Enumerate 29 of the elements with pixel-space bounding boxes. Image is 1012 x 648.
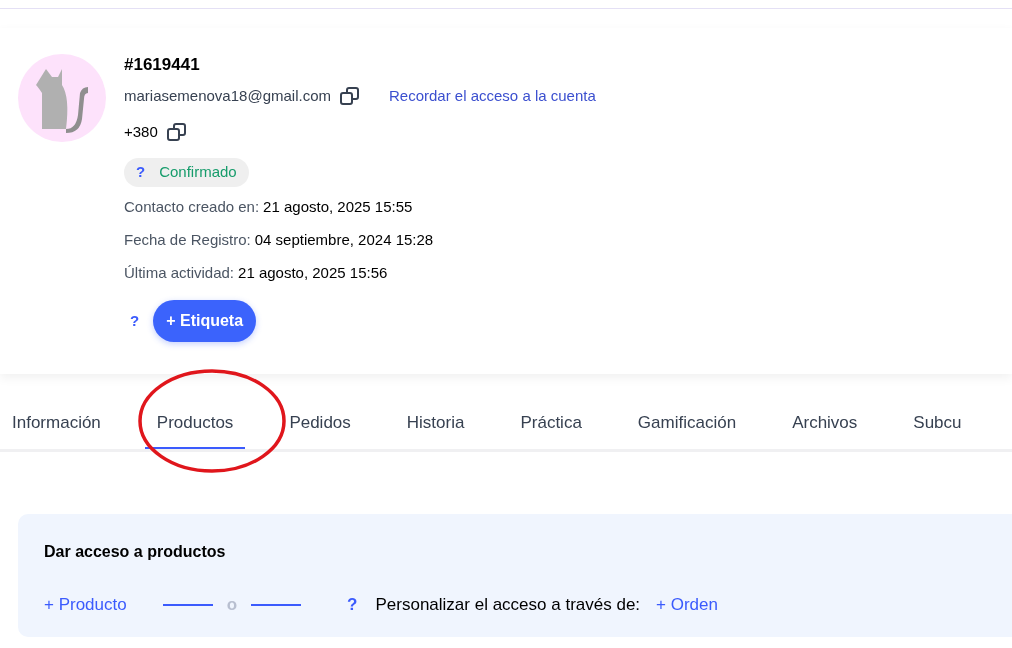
copy-icon[interactable] bbox=[339, 85, 361, 107]
detail-label: Fecha de Registro: bbox=[124, 230, 251, 251]
email-text: mariasemenova18@gmail.com bbox=[124, 85, 331, 106]
panel-title: Dar acceso a productos bbox=[44, 542, 227, 562]
detail-value: 04 septiembre, 2024 15:28 bbox=[254, 230, 434, 251]
remind-access-link[interactable]: Recordar el acceso a la cuenta bbox=[389, 84, 596, 108]
detail-label: Contacto creado en: bbox=[124, 197, 260, 218]
contact-id: #1619441 bbox=[124, 54, 201, 76]
detail-label: Última actividad: bbox=[124, 263, 235, 284]
help-icon[interactable]: ? bbox=[347, 592, 358, 618]
tab[interactable]: Historia bbox=[394, 376, 477, 449]
phone-text: +380 bbox=[124, 121, 158, 142]
detail-value: 21 agosto, 2025 15:56 bbox=[238, 263, 388, 284]
status-label: Confirmado bbox=[159, 162, 237, 183]
tab[interactable]: Subcu bbox=[901, 376, 974, 449]
tab[interactable]: Información bbox=[0, 376, 113, 449]
tab[interactable]: Práctica bbox=[508, 376, 594, 449]
copy-icon[interactable] bbox=[165, 121, 188, 143]
or-separator: o bbox=[226, 594, 238, 616]
add-tag-button[interactable]: + Etiqueta bbox=[153, 300, 257, 342]
tab[interactable]: Pedidos bbox=[277, 376, 363, 449]
tab[interactable]: Gamificación bbox=[625, 376, 749, 449]
help-icon[interactable]: ? bbox=[130, 309, 140, 333]
add-order-link[interactable]: + Orden bbox=[656, 592, 718, 618]
tab[interactable]: Archivos bbox=[780, 376, 870, 449]
customize-access-label: Personalizar el acceso a través de: bbox=[375, 594, 641, 616]
detail-value: 21 agosto, 2025 15:55 bbox=[263, 197, 413, 218]
add-product-link[interactable]: + Producto bbox=[44, 592, 127, 618]
help-icon[interactable]: ? bbox=[136, 161, 146, 184]
